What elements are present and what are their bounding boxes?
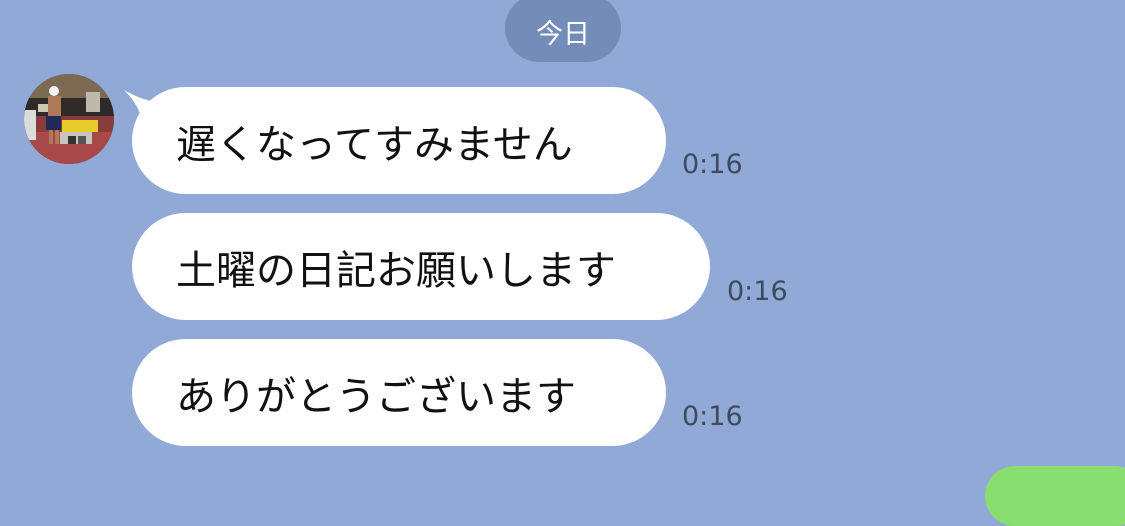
sent-bubble-tail	[1080, 468, 1110, 492]
message-time: 0:16	[682, 401, 743, 432]
date-separator: 今日	[505, 0, 621, 62]
message-bubble[interactable]: 遅くなってすみません	[132, 87, 666, 194]
message-bubble[interactable]: ありがとうございます	[132, 339, 666, 446]
message-bubble[interactable]: 土曜の日記お願いします	[132, 213, 710, 320]
message-text: 土曜の日記お願いします	[176, 247, 616, 294]
message-time: 0:16	[682, 149, 743, 180]
avatar-photo-icon	[24, 74, 114, 164]
message-time: 0:16	[727, 276, 788, 307]
message-text: 遅くなってすみません	[176, 121, 573, 168]
avatar[interactable]	[24, 74, 114, 164]
message-text: ありがとうございます	[176, 373, 576, 420]
